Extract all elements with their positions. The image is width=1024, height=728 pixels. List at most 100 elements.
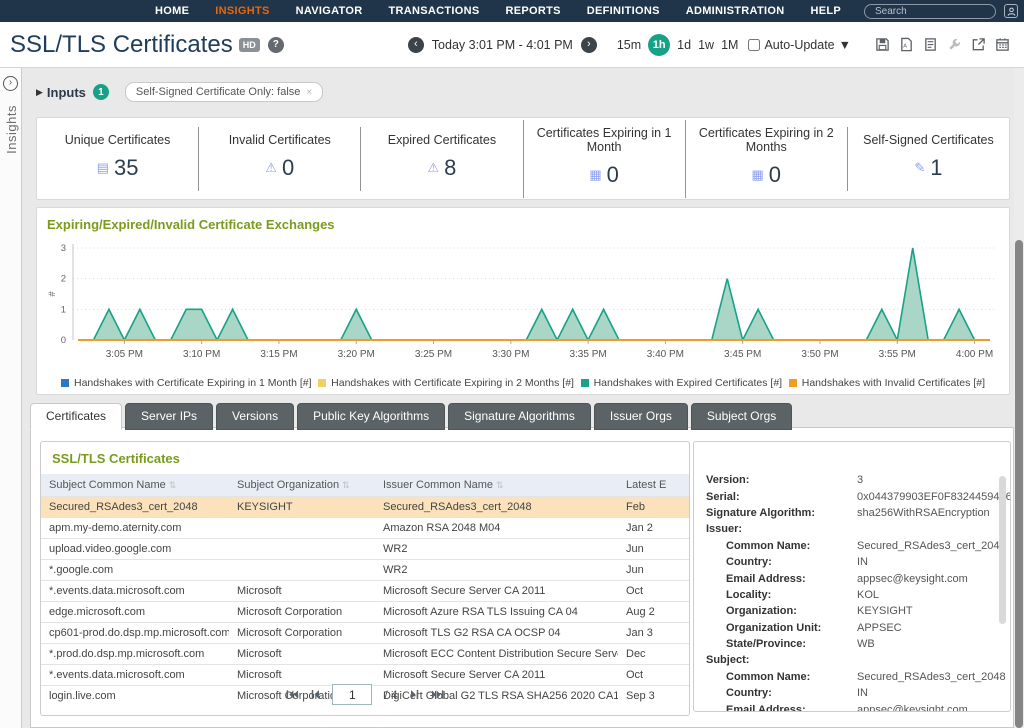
tab-signature-algorithms[interactable]: Signature Algorithms <box>448 403 591 430</box>
table-row[interactable]: *.events.data.microsoft.comMicrosoftMicr… <box>41 665 690 686</box>
preset-1h[interactable]: 1h <box>648 34 670 56</box>
table-cell: Jun <box>618 539 690 560</box>
report-icon[interactable] <box>923 37 938 52</box>
external-link-icon[interactable] <box>971 37 986 52</box>
save-icon[interactable] <box>875 37 890 52</box>
tab-versions[interactable]: Versions <box>216 403 294 430</box>
table-row[interactable]: *.google.comWR2Jun <box>41 560 690 581</box>
expand-sidebar-icon[interactable]: › <box>3 76 18 91</box>
legend-item[interactable]: Handshakes with Expired Certificates [#] <box>581 377 783 389</box>
page-scrollbar-track[interactable] <box>1014 68 1024 728</box>
insights-sidebar: › Insights <box>0 68 22 728</box>
table-cell: Microsoft Azure RSA TLS Issuing CA 04 <box>375 602 618 623</box>
table-row[interactable]: cp601-prod.do.dsp.mp.microsoft.comMicros… <box>41 623 690 644</box>
field-label: Common Name: <box>694 671 857 683</box>
table-cell: upload.video.google.com <box>41 539 229 560</box>
last-page-icon[interactable] <box>431 689 444 700</box>
sort-icon[interactable]: ⇅ <box>496 480 504 490</box>
chevron-down-icon[interactable]: ▼ <box>839 38 851 52</box>
search-input[interactable] <box>864 4 996 19</box>
table-cell: Microsoft <box>229 665 375 686</box>
nav-menu: HOMEINSIGHTSNAVIGATORTRANSACTIONSREPORTS… <box>142 5 854 17</box>
table-row[interactable]: upload.video.google.comWR2Jun <box>41 539 690 560</box>
first-page-icon[interactable] <box>286 689 299 700</box>
tab-bar: CertificatesServer IPsVersionsPublic Key… <box>30 403 792 430</box>
preset-1d[interactable]: 1d <box>677 38 691 52</box>
tab-public-key-algorithms[interactable]: Public Key Algorithms <box>297 403 445 430</box>
table-row[interactable]: apm.my-demo.aternity.comAmazon RSA 2048 … <box>41 518 690 539</box>
filter-tag[interactable]: Self-Signed Certificate Only: false × <box>125 82 323 102</box>
table-cell: Microsoft TLS G2 RSA CA OCSP 04 <box>375 623 618 644</box>
tab-certificates[interactable]: Certificates <box>30 403 122 430</box>
detail-field: Country:IN <box>694 554 1010 570</box>
column-header-latest-e[interactable]: Latest E <box>618 474 690 497</box>
details-scrollbar[interactable] <box>999 476 1006 624</box>
nav-item-transactions[interactable]: TRANSACTIONS <box>375 5 492 17</box>
nav-item-navigator[interactable]: NAVIGATOR <box>283 5 376 17</box>
settings-wrench-icon[interactable] <box>947 37 962 52</box>
preset-15m[interactable]: 15m <box>617 38 641 52</box>
nav-item-insights[interactable]: INSIGHTS <box>202 5 282 17</box>
field-label: Serial: <box>694 491 857 503</box>
remove-filter-icon[interactable]: × <box>306 87 312 98</box>
sort-icon[interactable]: ⇅ <box>342 480 350 490</box>
next-page-icon[interactable] <box>410 689 419 700</box>
prev-page-icon[interactable] <box>311 689 320 700</box>
stat-label: Expired Certificates <box>361 133 522 147</box>
legend-label: Handshakes with Expired Certificates [#] <box>594 377 783 389</box>
column-header-issuer-common-name[interactable]: Issuer Common Name⇅ <box>375 474 618 497</box>
legend-item[interactable]: Handshakes with Certificate Expiring in … <box>318 377 574 389</box>
time-range[interactable]: Today 3:01 PM - 4:01 PM <box>432 38 573 52</box>
preset-1w[interactable]: 1w <box>698 38 714 52</box>
certificates-table: Subject Common Name⇅Subject Organization… <box>41 474 690 706</box>
table-row[interactable]: *.prod.do.dsp.mp.microsoft.comMicrosoftM… <box>41 644 690 665</box>
user-account-icon[interactable] <box>1004 4 1018 18</box>
svg-text:0: 0 <box>61 335 66 346</box>
svg-text:3:40 PM: 3:40 PM <box>647 349 684 360</box>
time-back-icon[interactable]: ‹ <box>408 37 424 53</box>
field-value: WB <box>857 638 1010 650</box>
stat-label: Self-Signed Certificates <box>848 133 1009 147</box>
tab-issuer-orgs[interactable]: Issuer Orgs <box>594 403 688 430</box>
warning-icon: ⚠ <box>427 160 439 176</box>
tab-subject-orgs[interactable]: Subject Orgs <box>691 403 792 430</box>
inputs-row: ▶ Inputs 1 Self-Signed Certificate Only:… <box>36 80 323 104</box>
help-icon[interactable]: ? <box>268 37 284 53</box>
stat-label: Unique Certificates <box>37 133 198 147</box>
sort-icon[interactable]: ⇅ <box>169 480 177 490</box>
pagination: / 4 <box>41 684 689 705</box>
page-number-input[interactable] <box>332 684 372 705</box>
inputs-toggle[interactable]: ▶ Inputs <box>36 85 86 100</box>
table-cell: WR2 <box>375 560 618 581</box>
column-header-subject-common-name[interactable]: Subject Common Name⇅ <box>41 474 229 497</box>
table-row[interactable]: edge.microsoft.comMicrosoft CorporationM… <box>41 602 690 623</box>
nav-item-administration[interactable]: ADMINISTRATION <box>673 5 798 17</box>
legend-label: Handshakes with Certificate Expiring in … <box>74 377 312 389</box>
certificate-icon: ▤ <box>97 160 109 176</box>
stat-expired-certificates: Expired Certificates⚠8 <box>360 127 522 191</box>
preset-1M[interactable]: 1M <box>721 38 738 52</box>
export-pdf-icon[interactable]: A <box>899 37 914 52</box>
table-row[interactable]: *.events.data.microsoft.comMicrosoftMicr… <box>41 581 690 602</box>
nav-item-home[interactable]: HOME <box>142 5 202 17</box>
field-label: Signature Algorithm: <box>694 507 857 519</box>
nav-item-reports[interactable]: REPORTS <box>492 5 573 17</box>
auto-update-checkbox[interactable] <box>748 39 760 51</box>
legend-item[interactable]: Handshakes with Invalid Certificates [#] <box>789 377 985 389</box>
nav-item-help[interactable]: HELP <box>797 5 854 17</box>
tab-server-ips[interactable]: Server IPs <box>125 403 213 430</box>
chart-plot[interactable]: 0123#3:05 PM3:10 PM3:15 PM3:20 PM3:25 PM… <box>43 238 1003 370</box>
field-label: Email Address: <box>694 704 857 712</box>
schedule-calendar-icon[interactable] <box>995 37 1010 52</box>
column-header-subject-organization[interactable]: Subject Organization⇅ <box>229 474 375 497</box>
auto-update-toggle[interactable]: Auto-Update ▼ <box>748 38 851 52</box>
time-forward-icon[interactable]: › <box>581 37 597 53</box>
field-value: appsec@keysight.com <box>857 573 1010 585</box>
table-row[interactable]: Secured_RSAdes3_cert_2048KEYSIGHTSecured… <box>41 497 690 518</box>
legend-label: Handshakes with Invalid Certificates [#] <box>802 377 985 389</box>
stat-value: 35 <box>114 155 138 181</box>
field-label: Email Address: <box>694 573 857 585</box>
page-scrollbar-thumb[interactable] <box>1015 240 1023 728</box>
nav-item-definitions[interactable]: DEFINITIONS <box>574 5 673 17</box>
legend-item[interactable]: Handshakes with Certificate Expiring in … <box>61 377 312 389</box>
